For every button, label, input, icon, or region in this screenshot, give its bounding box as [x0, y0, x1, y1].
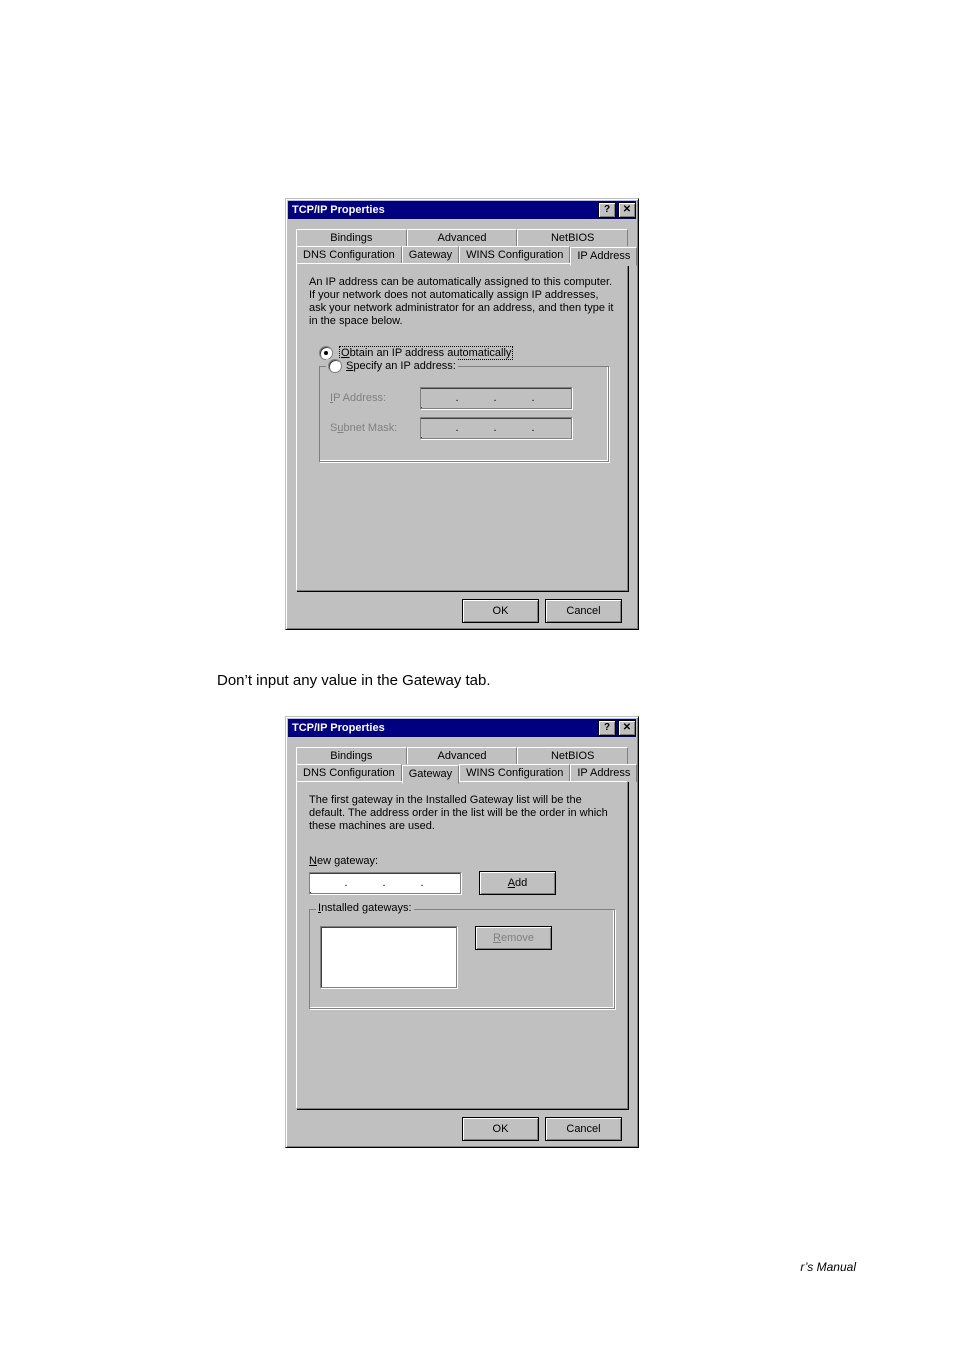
tab-wins[interactable]: WINS Configuration	[459, 246, 570, 264]
tab-netbios[interactable]: NetBIOS	[517, 229, 628, 246]
help-button[interactable]: ?	[598, 202, 616, 218]
tab-panel-ip: An IP address can be automatically assig…	[296, 263, 628, 591]
titlebar[interactable]: TCP/IP Properties ? ✕	[288, 719, 636, 737]
tcpip-properties-dialog-gateway: TCP/IP Properties ? ✕ Bindings Advanced …	[285, 716, 639, 1148]
tcpip-properties-dialog-ipaddress: TCP/IP Properties ? ✕ Bindings Advanced …	[285, 198, 639, 630]
cancel-button[interactable]: Cancel	[545, 1117, 622, 1141]
button-row: OK Cancel	[296, 599, 628, 623]
tab-wins[interactable]: WINS Configuration	[459, 764, 570, 782]
remove-button: Remove	[475, 926, 552, 950]
subnet-mask-label: Subnet Mask:	[330, 422, 420, 434]
tab-gateway[interactable]: Gateway	[402, 765, 459, 784]
close-button[interactable]: ✕	[618, 720, 636, 736]
tab-bindings[interactable]: Bindings	[296, 229, 407, 246]
radio-obtain-row[interactable]: Obtain an IP address automatically	[319, 346, 615, 360]
title-text: TCP/IP Properties	[292, 204, 385, 216]
tab-row-2: DNS Configuration Gateway WINS Configura…	[296, 763, 628, 781]
ok-button[interactable]: OK	[462, 1117, 539, 1141]
radio-specify-label: Specify an IP address:	[346, 360, 456, 372]
tab-row-1: Bindings Advanced NetBIOS	[296, 229, 628, 246]
installed-gateways-group: Installed gateways: Remove	[309, 909, 615, 1009]
button-row: OK Cancel	[296, 1117, 628, 1141]
subnet-mask-input: . . .	[420, 417, 572, 439]
tab-netbios[interactable]: NetBIOS	[517, 747, 628, 764]
help-button[interactable]: ?	[598, 720, 616, 736]
tab-ip-address[interactable]: IP Address	[570, 764, 637, 782]
ip-address-input: . . .	[420, 387, 572, 409]
tab-advanced[interactable]: Advanced	[407, 747, 518, 764]
cancel-button[interactable]: Cancel	[545, 599, 622, 623]
titlebar[interactable]: TCP/IP Properties ? ✕	[288, 201, 636, 219]
title-text: TCP/IP Properties	[292, 722, 385, 734]
footer-text: r’s Manual	[800, 1260, 856, 1274]
radio-specify[interactable]	[328, 359, 342, 373]
close-button[interactable]: ✕	[618, 202, 636, 218]
tab-dns[interactable]: DNS Configuration	[296, 246, 402, 264]
instruction-text: Don’t input any value in the Gateway tab…	[217, 672, 491, 689]
tab-row-2: DNS Configuration Gateway WINS Configura…	[296, 245, 628, 263]
radio-obtain[interactable]	[319, 346, 333, 360]
new-gateway-label: New gateway:	[309, 855, 615, 867]
radio-obtain-label: Obtain an IP address automatically	[339, 346, 513, 360]
tab-dns[interactable]: DNS Configuration	[296, 764, 402, 782]
tab-bindings[interactable]: Bindings	[296, 747, 407, 764]
ip-address-label: IP Address:	[330, 392, 420, 404]
ok-button[interactable]: OK	[462, 599, 539, 623]
gateway-description: The first gateway in the Installed Gatew…	[309, 794, 615, 833]
specify-group: Specify an IP address: IP Address: . . .…	[319, 366, 609, 462]
tab-gateway[interactable]: Gateway	[402, 246, 459, 264]
ip-description: An IP address can be automatically assig…	[309, 276, 615, 328]
new-gateway-input[interactable]: . . .	[309, 872, 461, 894]
tab-advanced[interactable]: Advanced	[407, 229, 518, 246]
tab-row-1: Bindings Advanced NetBIOS	[296, 747, 628, 764]
tab-panel-gateway: The first gateway in the Installed Gatew…	[296, 781, 628, 1109]
installed-gateways-list[interactable]	[320, 926, 457, 988]
add-button[interactable]: Add	[479, 871, 556, 895]
radio-specify-row[interactable]: Specify an IP address:	[326, 359, 458, 373]
tab-ip-address[interactable]: IP Address	[570, 247, 637, 266]
installed-gateways-label: Installed gateways:	[316, 902, 414, 914]
